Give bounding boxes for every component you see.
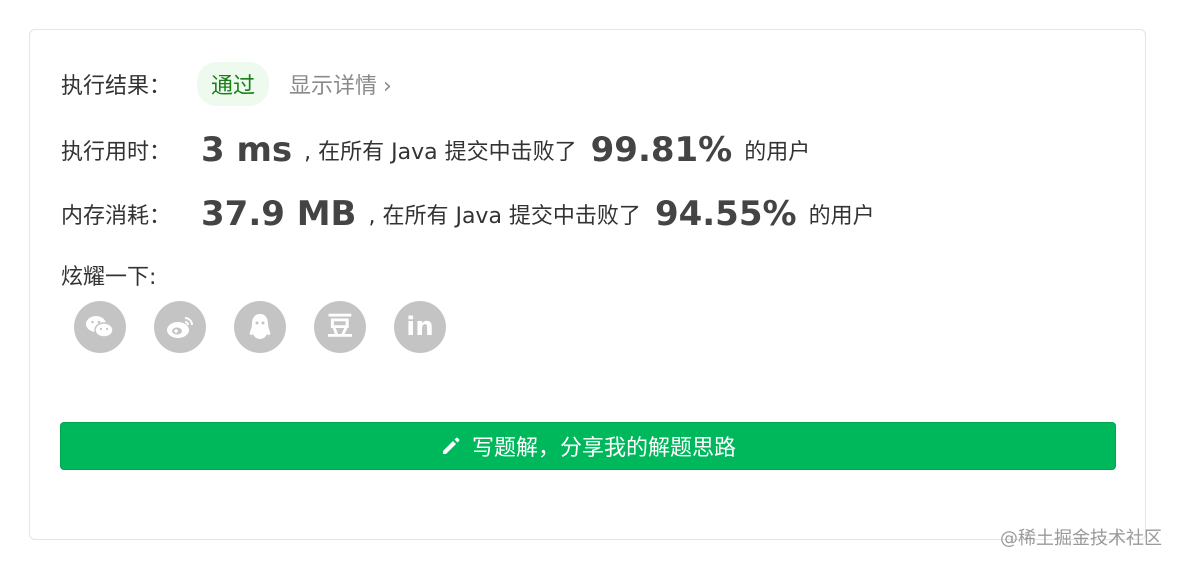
memory-value: 37.9 MB (201, 194, 357, 234)
write-solution-button[interactable]: 写题解，分享我的解题思路 (60, 422, 1116, 470)
douban-icon[interactable]: 豆 (314, 301, 366, 353)
runtime-value: 3 ms (201, 130, 293, 170)
pencil-icon (442, 437, 460, 454)
show-details-text: 显示详情 (289, 74, 378, 99)
submission-result-card: 执行结果： 通过 显示详情 › 执行用时： 3 ms , 在所有 Java 提交中… (29, 29, 1146, 540)
result-label: 执行结果： (61, 74, 172, 99)
wechat-icon[interactable] (74, 301, 126, 353)
chevron-right-icon: › (383, 74, 392, 99)
runtime-label: 执行用时： (61, 140, 172, 165)
memory-percent: 94.55% (654, 194, 797, 234)
memory-row: 内存消耗： 37.9 MB , 在所有 Java 提交中击败了 94.55% 的… (61, 194, 889, 234)
memory-suffix: 的用户 (808, 204, 875, 229)
share-row: 炫耀一下: (61, 260, 156, 290)
douban-glyph: 豆 (326, 312, 353, 342)
memory-label: 内存消耗： (61, 204, 172, 229)
status-badge: 通过 (197, 62, 270, 106)
linkedin-icon[interactable]: in (394, 301, 446, 353)
share-label: 炫耀一下: (61, 265, 157, 290)
write-solution-label: 写题解，分享我的解题思路 (471, 436, 736, 461)
weibo-icon[interactable] (154, 301, 206, 353)
runtime-middle-text: , 在所有 Java 提交中击败了 (304, 140, 577, 165)
qq-icon[interactable] (234, 301, 286, 353)
runtime-suffix: 的用户 (744, 140, 811, 165)
linkedin-glyph: in (406, 312, 434, 342)
share-icons: 豆 in (74, 301, 474, 353)
watermark: @稀土掘金技术社区 (1000, 528, 1162, 549)
memory-middle-text: , 在所有 Java 提交中击败了 (368, 204, 641, 229)
show-details-link[interactable]: 显示详情 › (289, 68, 392, 100)
runtime-row: 执行用时： 3 ms , 在所有 Java 提交中击败了 99.81% 的用户 (61, 130, 824, 170)
result-row: 执行结果： 通过 显示详情 › (61, 62, 392, 106)
runtime-percent: 99.81% (590, 130, 733, 170)
